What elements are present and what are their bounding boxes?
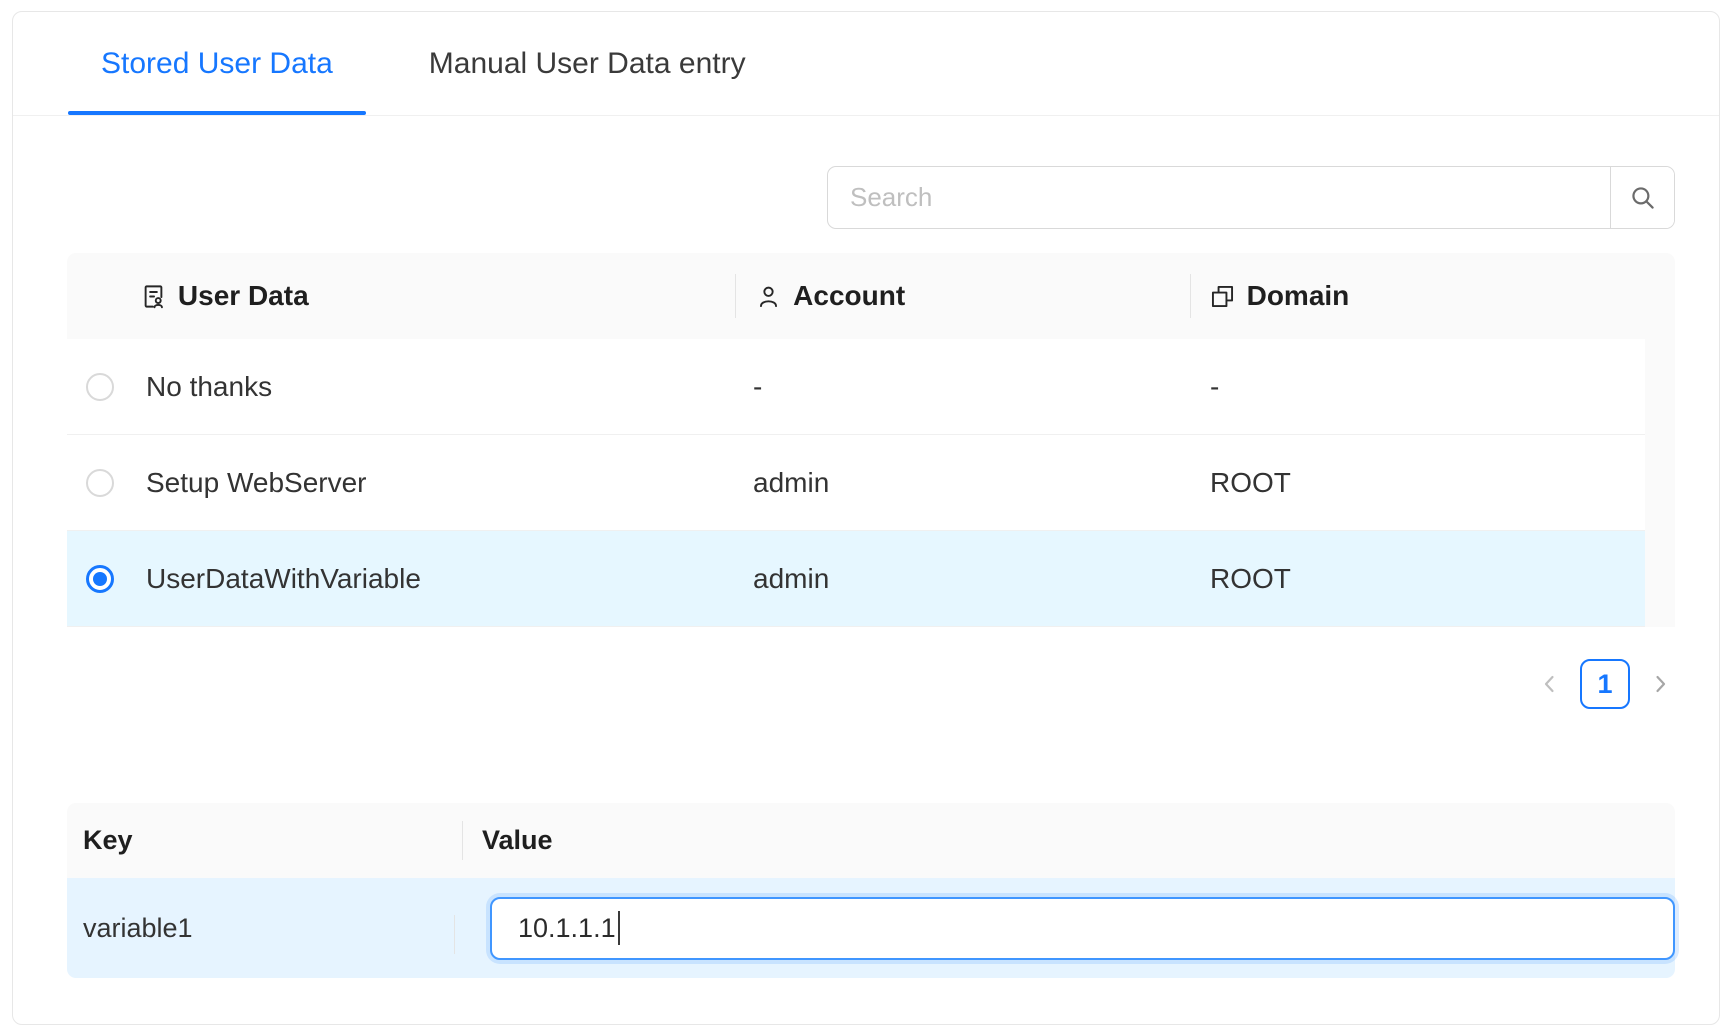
user-data-name: No thanks xyxy=(132,371,736,403)
table-row-selected[interactable]: UserDataWithVariable admin ROOT xyxy=(67,531,1675,627)
pagination-page-1[interactable]: 1 xyxy=(1580,659,1630,709)
user-data-table: User Data Account Domain xyxy=(67,253,1675,627)
variable-value-cell: 10.1.1.1 xyxy=(454,897,1675,960)
value-input-text: 10.1.1.1 xyxy=(518,913,616,944)
column-label: Domain xyxy=(1247,280,1350,312)
column-header-value: Value xyxy=(462,803,1675,878)
key-value-table: Key Value variable1 10.1.1.1 xyxy=(67,803,1675,978)
tab-label: Manual User Data entry xyxy=(429,47,746,81)
tab-bar: Stored User Data Manual User Data entry xyxy=(13,12,1719,116)
chevron-right-icon xyxy=(1648,672,1672,696)
search-input[interactable] xyxy=(828,167,1610,228)
value-input[interactable]: 10.1.1.1 xyxy=(490,897,1675,960)
radio-button-checked[interactable] xyxy=(86,565,114,593)
pagination-prev-button[interactable] xyxy=(1535,669,1565,699)
column-header-account: Account xyxy=(735,253,1189,339)
text-cursor xyxy=(618,911,620,945)
pagination-next-button[interactable] xyxy=(1645,669,1675,699)
domain-icon xyxy=(1209,283,1236,310)
scrollbar-gutter xyxy=(1645,435,1675,531)
tab-label: Stored User Data xyxy=(101,47,333,81)
search-button[interactable] xyxy=(1610,167,1674,228)
account-value: - xyxy=(736,371,1191,403)
search-row xyxy=(67,166,1675,229)
table-header: User Data Account Domain xyxy=(67,253,1675,339)
search-control xyxy=(827,166,1675,229)
radio-button[interactable] xyxy=(86,373,114,401)
user-data-panel: Stored User Data Manual User Data entry xyxy=(12,11,1720,1025)
domain-value: ROOT xyxy=(1191,563,1645,595)
page-number: 1 xyxy=(1597,669,1612,700)
column-label: Value xyxy=(482,825,553,856)
variable-key: variable1 xyxy=(67,913,454,944)
column-header-domain: Domain xyxy=(1190,253,1675,339)
tab-manual-user-data-entry[interactable]: Manual User Data entry xyxy=(396,12,779,115)
domain-value: - xyxy=(1191,371,1645,403)
scrollbar-gutter xyxy=(1645,339,1675,435)
domain-value: ROOT xyxy=(1191,467,1645,499)
column-label: Account xyxy=(793,280,905,312)
column-header-key: Key xyxy=(67,825,462,856)
table-row[interactable]: No thanks - - xyxy=(67,339,1675,435)
user-data-name: Setup WebServer xyxy=(132,467,736,499)
pagination: 1 xyxy=(13,659,1675,709)
column-label: User Data xyxy=(178,280,309,312)
selection-column-header xyxy=(67,253,132,339)
key-value-row: variable1 10.1.1.1 xyxy=(67,878,1675,978)
user-data-icon xyxy=(140,283,167,310)
radio-button[interactable] xyxy=(86,469,114,497)
account-value: admin xyxy=(736,563,1191,595)
account-value: admin xyxy=(736,467,1191,499)
user-data-name: UserDataWithVariable xyxy=(132,563,736,595)
key-value-header: Key Value xyxy=(67,803,1675,878)
scrollbar-gutter xyxy=(1645,531,1675,627)
tab-stored-user-data[interactable]: Stored User Data xyxy=(68,12,366,115)
search-icon xyxy=(1629,184,1657,212)
column-header-user-data: User Data xyxy=(132,253,735,339)
chevron-left-icon xyxy=(1538,672,1562,696)
table-row[interactable]: Setup WebServer admin ROOT xyxy=(67,435,1675,531)
account-icon xyxy=(755,283,782,310)
